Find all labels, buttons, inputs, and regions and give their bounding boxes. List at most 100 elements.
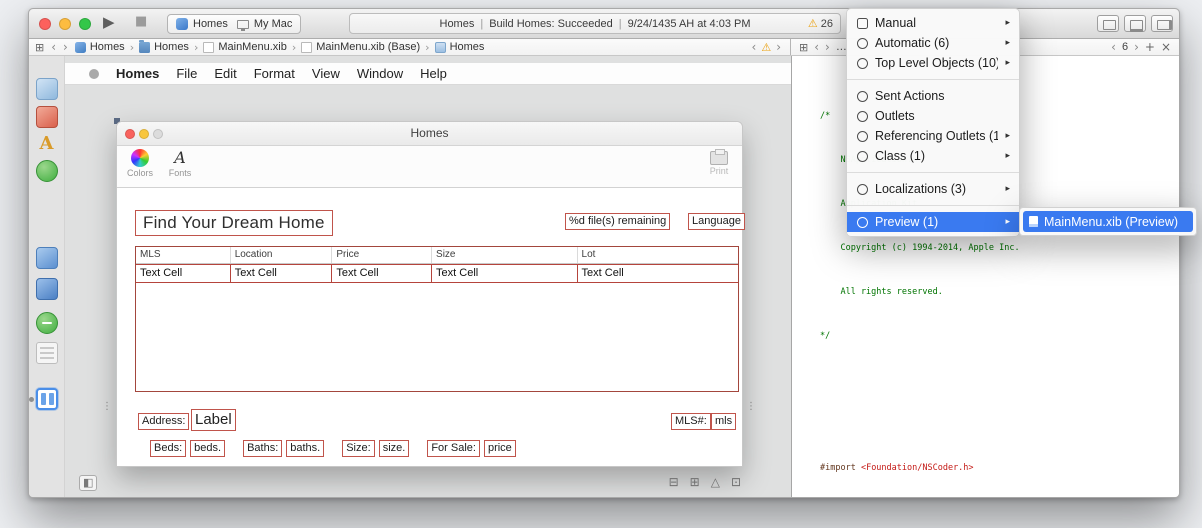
menu-item-outlets[interactable]: Outlets (847, 106, 1019, 126)
view-object-icon[interactable] (35, 278, 58, 300)
menubar-item[interactable]: Help (420, 66, 447, 81)
app-delegate-icon[interactable] (35, 160, 58, 182)
navigator-toggle-button[interactable] (1097, 15, 1119, 32)
table-cell[interactable]: Text Cell (432, 265, 578, 282)
debug-area-toggle-button[interactable] (1124, 15, 1146, 32)
address-value-label[interactable]: Label (191, 409, 236, 431)
table-column-header[interactable]: MLS (136, 247, 231, 263)
window-object-icon[interactable] (35, 247, 58, 269)
zoom-button[interactable] (153, 129, 163, 139)
language-label[interactable]: Language (688, 213, 745, 230)
menu-item-referencing-outlets[interactable]: Referencing Outlets (1) ▸ (847, 126, 1019, 146)
table-column-header[interactable]: Location (231, 247, 333, 263)
menubar-item[interactable]: Edit (214, 66, 236, 81)
submenu-arrow-icon: ▸ (1005, 18, 1010, 28)
next-issue-button[interactable]: › (776, 41, 781, 53)
warnings-badge[interactable]: ⚠ 26 (808, 17, 833, 30)
menubar-item[interactable]: Format (254, 66, 295, 81)
mls-value-field[interactable]: mls (711, 413, 737, 430)
application-icon[interactable]: A (36, 133, 58, 155)
field-value[interactable]: size. (378, 440, 410, 457)
field-label[interactable]: Size: (342, 440, 375, 457)
menu-item-localizations[interactable]: Localizations (3) ▸ (847, 179, 1019, 206)
first-responder-icon[interactable] (35, 106, 58, 128)
menubar-item[interactable]: File (176, 66, 197, 81)
colors-toolbar-item[interactable]: Colors (119, 149, 161, 178)
zoom-button[interactable] (79, 18, 91, 30)
designed-window-titlebar[interactable]: Homes (117, 122, 742, 146)
ib-canvas[interactable]: Homes File Edit Format View Window Help ⋮ ⋮ H… (65, 56, 791, 497)
document-outline-toggle-button[interactable]: ◧ (79, 475, 98, 491)
window-controls (39, 18, 91, 30)
menu-item-manual[interactable]: Manual ▸ (847, 13, 1019, 33)
align-button[interactable]: ⊟ (669, 475, 679, 489)
menu-item-automatic[interactable]: Automatic (6) ▸ (847, 33, 1019, 53)
resolve-auto-layout-button[interactable]: △ (711, 475, 720, 489)
related-items-icon[interactable]: ⊞ (35, 41, 44, 54)
crumb-mainmenu-xib-base[interactable]: MainMenu.xib (Base) (290, 41, 420, 54)
crumb-project-homes[interactable]: Homes (74, 41, 125, 53)
designed-window[interactable]: Homes Colors A Fonts Print Find Your Dre… (116, 121, 745, 467)
previous-issue-button[interactable]: ‹ (1111, 41, 1116, 53)
drag-handle-icon[interactable]: ⋮ (746, 401, 756, 412)
menubar-app-item[interactable]: Homes (116, 66, 159, 81)
next-issue-button[interactable]: › (1134, 41, 1139, 53)
mls-label[interactable]: MLS#: (671, 413, 711, 430)
menu-item-preview[interactable]: Preview (1) ▸ (847, 212, 1019, 232)
inspector-toggle-button[interactable] (1151, 15, 1173, 32)
listings-table[interactable]: MLS Location Price Size Lot Text Cell Text Ce… (135, 246, 739, 392)
address-label[interactable]: Address: (138, 413, 190, 430)
field-value[interactable]: price (483, 440, 516, 457)
crumb-mainmenu-xib[interactable]: MainMenu.xib (192, 41, 287, 54)
forward-button[interactable]: › (63, 41, 68, 53)
menubar-item[interactable]: Window (357, 66, 403, 81)
print-toolbar-item[interactable]: Print (698, 149, 740, 176)
main-menu-icon[interactable] (35, 342, 58, 364)
field-value[interactable]: beds. (190, 440, 226, 457)
menu-item-top-level-objects[interactable]: Top Level Objects (10) ▸ (847, 53, 1019, 80)
designed-window-toolbar[interactable]: Colors A Fonts Print (117, 146, 742, 188)
stop-button[interactable]: ■ (135, 14, 147, 29)
previous-issue-button[interactable]: ‹ (752, 41, 757, 53)
field-label[interactable]: For Sale: (427, 440, 480, 457)
back-button[interactable]: ‹ (814, 41, 819, 53)
table-column-header[interactable]: Lot (578, 247, 738, 263)
resizing-behavior-button[interactable]: ⊡ (731, 475, 741, 489)
crumb-group-homes[interactable]: Homes (128, 39, 189, 54)
submenu-item-mainmenu-xib-preview[interactable]: MainMenu.xib (Preview) (1023, 211, 1193, 232)
files-owner-icon[interactable] (35, 78, 58, 100)
designed-window-title[interactable]: Homes (117, 122, 742, 145)
crumb-homes-window[interactable]: Homes (423, 41, 484, 54)
pin-button[interactable]: ⊞ (690, 475, 700, 489)
scheme-selector[interactable]: Homes My Mac (167, 14, 302, 34)
apple-menu-icon[interactable] (89, 68, 99, 79)
close-assistant-editor-button[interactable]: × (1161, 40, 1171, 54)
table-cell[interactable]: Text Cell (136, 265, 231, 282)
table-cell[interactable]: Text Cell (332, 265, 433, 282)
font-manager-icon[interactable] (35, 312, 58, 334)
related-items-icon[interactable]: ⊞ (799, 41, 808, 54)
menu-item-sent-actions[interactable]: Sent Actions (847, 86, 1019, 106)
close-button[interactable] (39, 18, 51, 30)
field-label[interactable]: Baths: (243, 440, 283, 457)
minimize-button[interactable] (139, 129, 149, 139)
menubar-item[interactable]: View (312, 66, 340, 81)
table-column-header[interactable]: Size (432, 247, 578, 263)
table-cell[interactable]: Text Cell (231, 265, 333, 282)
forward-button[interactable]: › (825, 41, 830, 53)
headline-label[interactable]: Find Your Dream Home (135, 210, 333, 236)
menu-item-class[interactable]: Class (1) ▸ (847, 146, 1019, 173)
run-button[interactable]: ▶ (103, 13, 115, 31)
minimize-button[interactable] (59, 18, 71, 30)
fonts-toolbar-item[interactable]: A Fonts (159, 149, 201, 179)
selected-window-icon[interactable] (29, 388, 58, 410)
back-button[interactable]: ‹ (51, 41, 56, 53)
drag-handle-icon[interactable]: ⋮ (102, 401, 112, 412)
close-button[interactable] (125, 129, 135, 139)
table-cell[interactable]: Text Cell (578, 265, 738, 282)
add-assistant-editor-button[interactable]: + (1145, 40, 1155, 54)
field-label[interactable]: Beds: (150, 440, 187, 457)
table-column-header[interactable]: Price (332, 247, 433, 263)
field-value[interactable]: baths. (286, 440, 325, 457)
files-remaining-label[interactable]: %d file(s) remaining (565, 213, 671, 230)
